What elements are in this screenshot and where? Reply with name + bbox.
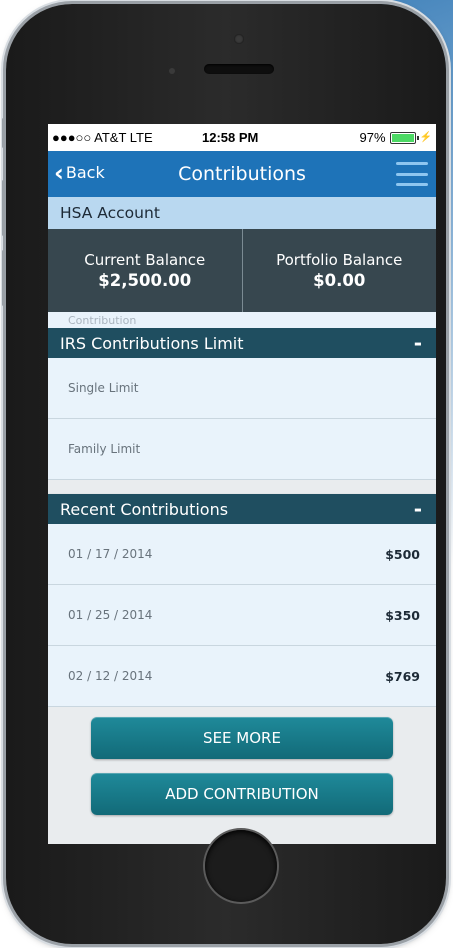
family-limit-label: Family Limit bbox=[68, 442, 141, 456]
table-row[interactable]: 01 / 17 / 2014 $500 bbox=[48, 524, 436, 585]
collapse-icon[interactable]: - bbox=[414, 333, 422, 353]
contribution-amount: $350 bbox=[385, 607, 420, 623]
app-screen: ●●●○○ AT&T LTE 12:58 PM 97% ⚡ ‹ Back Con… bbox=[48, 124, 436, 844]
portfolio-balance-value: $0.00 bbox=[313, 271, 366, 290]
contribution-date: 01 / 25 / 2014 bbox=[68, 608, 153, 622]
contribution-amount: $500 bbox=[385, 546, 420, 562]
irs-limit-title: IRS Contributions Limit bbox=[60, 333, 244, 353]
menu-icon[interactable] bbox=[396, 162, 428, 186]
contribution-amount: $769 bbox=[385, 668, 420, 684]
recent-contributions-title: Recent Contributions bbox=[60, 499, 229, 519]
current-balance: Current Balance $2,500.00 bbox=[48, 229, 242, 312]
portfolio-balance: Portfolio Balance $0.00 bbox=[241, 229, 437, 312]
carrier-label: ●●●○○ AT&T LTE bbox=[52, 130, 153, 145]
list-item: Single Limit bbox=[48, 358, 436, 419]
battery-icon bbox=[389, 131, 419, 144]
charging-icon: ⚡ bbox=[419, 132, 432, 143]
status-bar: ●●●○○ AT&T LTE 12:58 PM 97% ⚡ bbox=[48, 124, 436, 151]
proximity-sensor bbox=[169, 68, 175, 74]
nav-bar: ‹ Back Contributions bbox=[48, 151, 436, 197]
add-contribution-button[interactable]: ADD CONTRIBUTION bbox=[91, 773, 393, 815]
status-time: 12:58 PM bbox=[202, 130, 259, 145]
account-name: HSA Account bbox=[48, 197, 436, 229]
volume-down-button bbox=[2, 250, 5, 306]
table-row[interactable]: 02 / 12 / 2014 $769 bbox=[48, 646, 436, 707]
irs-limit-header[interactable]: IRS Contributions Limit - bbox=[48, 328, 436, 358]
mute-switch bbox=[2, 118, 5, 148]
collapse-icon[interactable]: - bbox=[414, 499, 422, 519]
earpiece-speaker bbox=[204, 64, 274, 74]
phone-frame: ●●●○○ AT&T LTE 12:58 PM 97% ⚡ ‹ Back Con… bbox=[2, 4, 446, 944]
current-balance-value: $2,500.00 bbox=[98, 271, 192, 290]
contribution-date: 02 / 12 / 2014 bbox=[68, 669, 153, 683]
volume-up-button bbox=[2, 180, 5, 236]
contribution-date: 01 / 17 / 2014 bbox=[68, 547, 153, 561]
recent-contributions-header[interactable]: Recent Contributions - bbox=[48, 494, 436, 524]
button-area: SEE MORE ADD CONTRIBUTION bbox=[48, 707, 436, 815]
home-button[interactable] bbox=[205, 830, 277, 902]
current-balance-label: Current Balance bbox=[84, 251, 206, 269]
front-camera bbox=[234, 34, 244, 44]
single-limit-label: Single Limit bbox=[68, 381, 139, 395]
portfolio-balance-label: Portfolio Balance bbox=[276, 251, 403, 269]
list-item: Family Limit bbox=[48, 419, 436, 480]
table-row[interactable]: 01 / 25 / 2014 $350 bbox=[48, 585, 436, 646]
battery-percent: 97% bbox=[359, 130, 386, 145]
battery-indicator: 97% ⚡ bbox=[360, 130, 432, 145]
see-more-button[interactable]: SEE MORE bbox=[91, 717, 393, 759]
page-title: Contributions bbox=[178, 163, 306, 185]
balance-panel: Current Balance $2,500.00 Portfolio Bala… bbox=[48, 229, 436, 312]
scrolled-content: Contribution bbox=[48, 312, 436, 328]
scrolled-text: Contribution bbox=[68, 314, 137, 327]
